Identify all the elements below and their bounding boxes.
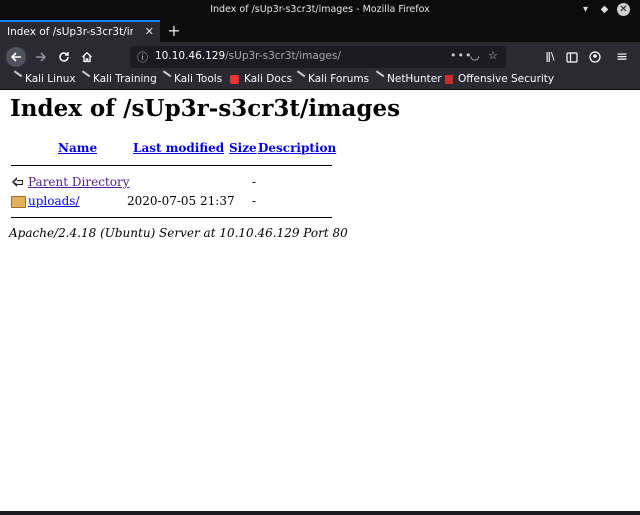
url-host: 10.10.46.129 [155,50,226,62]
column-header-last-modified[interactable]: Last modified [133,141,224,155]
kali-dragon-icon [370,69,385,85]
row-size: - [252,194,257,208]
home-button[interactable] [77,47,97,67]
tab-active[interactable]: Index of /sUp3r-s3cr3t/images ✕ [0,20,160,42]
table-row[interactable]: Parent Directory [28,175,129,189]
server-signature: Apache/2.4.18 (Ubuntu) Server at 10.10.4… [9,226,348,240]
back-button[interactable] [6,47,26,67]
table-divider-top [11,165,332,166]
close-window-icon[interactable]: ✕ [617,3,630,16]
sort-by-modified-link[interactable]: Last modified [133,141,224,155]
home-icon [82,51,92,63]
reload-icon [59,52,69,62]
column-header-description[interactable]: Description [258,141,336,155]
reload-button[interactable] [54,47,74,67]
row-size: - [252,175,257,189]
library-icon[interactable]: ǁ\ [540,47,560,67]
navigation-toolbar: ⓘ 10.10.46.129/sUp3r-s3cr3t/images/ ••• … [0,42,640,72]
bookmark-star-icon[interactable]: ☆ [488,49,498,62]
back-arrow-icon [10,52,21,62]
window-titlebar: Index of /sUp3r-s3cr3t/images - Mozilla … [0,0,640,20]
offsec-icon [445,74,453,84]
page-heading: Index of /sUp3r-s3cr3t/images [10,95,401,122]
table-divider-bottom [11,217,332,218]
table-row[interactable]: uploads/ [28,194,80,208]
row-last-modified: 2020-07-05 21:37 [127,194,235,208]
page-content: Index of /sUp3r-s3cr3t/images Name Last … [0,90,636,511]
url-text[interactable]: 10.10.46.129/sUp3r-s3cr3t/images/ [155,50,341,62]
bookmark-kali-docs[interactable]: Kali Docs [230,73,292,85]
account-icon[interactable] [585,47,605,67]
maximize-icon[interactable]: ◆ [598,3,611,16]
url-path: /sUp3r-s3cr3t/images/ [225,50,341,62]
kali-docs-icon [230,74,239,84]
folder-icon [11,196,26,208]
window-bottom-frame [0,511,640,515]
bookmarks-toolbar: Kali Linux Kali Training Kali Tools Kali… [0,69,640,90]
forward-arrow-icon [36,52,47,62]
sort-by-name-link[interactable]: Name [58,141,97,155]
column-header-name[interactable]: Name [58,141,97,155]
bookmark-kali-tools[interactable]: Kali Tools [157,69,222,85]
forward-button[interactable] [31,47,51,67]
bookmark-nethunter[interactable]: NetHunter [370,69,442,85]
window-title: Index of /sUp3r-s3cr3t/images - Mozilla … [210,4,430,15]
pocket-icon[interactable]: ◡ [470,49,480,62]
minimize-icon[interactable]: ▾ [579,3,592,16]
bookmark-kali-forums[interactable]: Kali Forums [291,69,369,85]
site-info-icon[interactable]: ⓘ [137,49,148,65]
kali-dragon-icon [8,69,23,85]
uploads-link[interactable]: uploads/ [28,194,80,208]
bookmark-kali-training[interactable]: Kali Training [76,69,157,85]
column-header-size[interactable]: Size [229,141,257,155]
menu-icon[interactable]: ≡ [612,47,632,67]
bookmark-offensive-security[interactable]: Offensive Security [445,73,554,85]
tab-label: Index of /sUp3r-s3cr3t/images [7,26,133,38]
bookmark-kali-linux[interactable]: Kali Linux [8,69,76,85]
new-tab-button[interactable]: + [165,22,183,40]
tab-strip: Index of /sUp3r-s3cr3t/images ✕ + [0,20,640,42]
kali-dragon-icon [76,69,91,85]
kali-dragon-icon [157,69,172,85]
kali-dragon-icon [291,69,306,85]
tab-close-icon[interactable]: ✕ [145,25,154,38]
page-scroll-gutter [636,90,640,511]
url-bar[interactable]: ⓘ 10.10.46.129/sUp3r-s3cr3t/images/ ••• … [130,46,506,68]
sidebar-toggle-icon [566,52,578,63]
sort-by-size-link[interactable]: Size [229,141,257,155]
sidebar-icon[interactable] [562,47,582,67]
back-arrow-icon [12,177,23,187]
user-circle-icon [589,51,601,63]
parent-directory-link[interactable]: Parent Directory [28,175,129,189]
sort-by-description-link[interactable]: Description [258,141,336,155]
